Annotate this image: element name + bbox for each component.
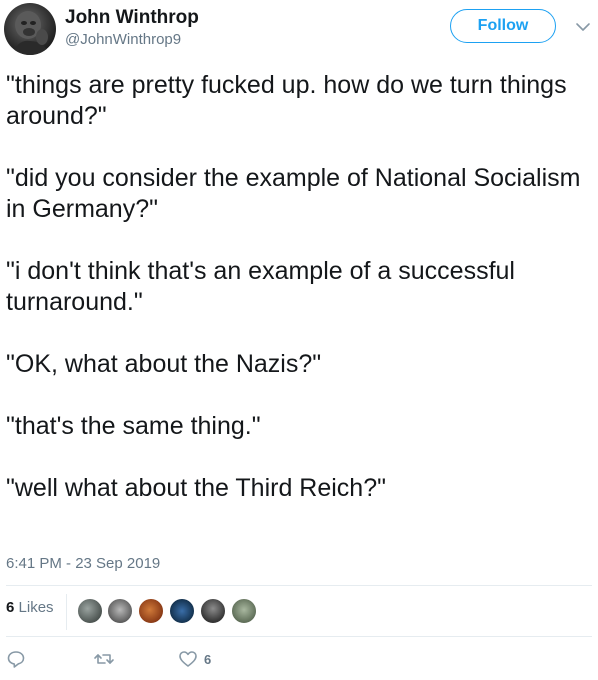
more-options-chevron-down-icon[interactable] <box>574 20 592 34</box>
display-name[interactable]: John Winthrop <box>65 7 199 29</box>
tweet-paragraph: "i don't think that's an example of a su… <box>6 257 515 316</box>
user-handle[interactable]: @JohnWinthrop9 <box>65 31 181 48</box>
tweet-paragraph: "OK, what about the Nazis?" <box>6 350 322 378</box>
tweet-timestamp[interactable]: 6:41 PM - 23 Sep 2019 <box>6 555 160 572</box>
liker-avatar[interactable] <box>138 598 164 624</box>
tweet-paragraph: "well what about the Third Reich?" <box>6 474 386 502</box>
likes-count[interactable]: 6 Likes <box>6 599 54 616</box>
heart-icon <box>178 649 198 669</box>
divider <box>6 636 592 637</box>
like-count: 6 <box>204 651 212 667</box>
tweet-paragraph: "did you consider the example of Nationa… <box>6 164 581 223</box>
liker-avatar[interactable] <box>77 598 103 624</box>
retweet-button[interactable] <box>93 648 115 670</box>
avatar-image <box>12 11 50 55</box>
liker-avatar[interactable] <box>231 598 257 624</box>
avatar[interactable] <box>4 3 56 55</box>
follow-button[interactable]: Follow <box>450 9 556 43</box>
reply-icon <box>6 649 26 669</box>
liker-avatar[interactable] <box>107 598 133 624</box>
reply-button[interactable] <box>6 648 26 670</box>
likes-label: Likes <box>18 599 54 616</box>
stats-separator <box>66 594 67 630</box>
tweet-paragraph: "that's the same thing." <box>6 412 261 440</box>
tweet-paragraph: "things are pretty fucked up. how do we … <box>6 71 567 130</box>
liker-avatar[interactable] <box>200 598 226 624</box>
divider <box>6 585 592 586</box>
tweet-text: "things are pretty fucked up. how do we … <box>6 70 594 535</box>
liker-avatar[interactable] <box>169 598 195 624</box>
like-button[interactable]: 6 <box>178 648 211 670</box>
tweet-card: John Winthrop @JohnWinthrop9 Follow "thi… <box>0 0 598 680</box>
retweet-icon <box>93 649 115 669</box>
likes-number: 6 <box>6 599 15 616</box>
